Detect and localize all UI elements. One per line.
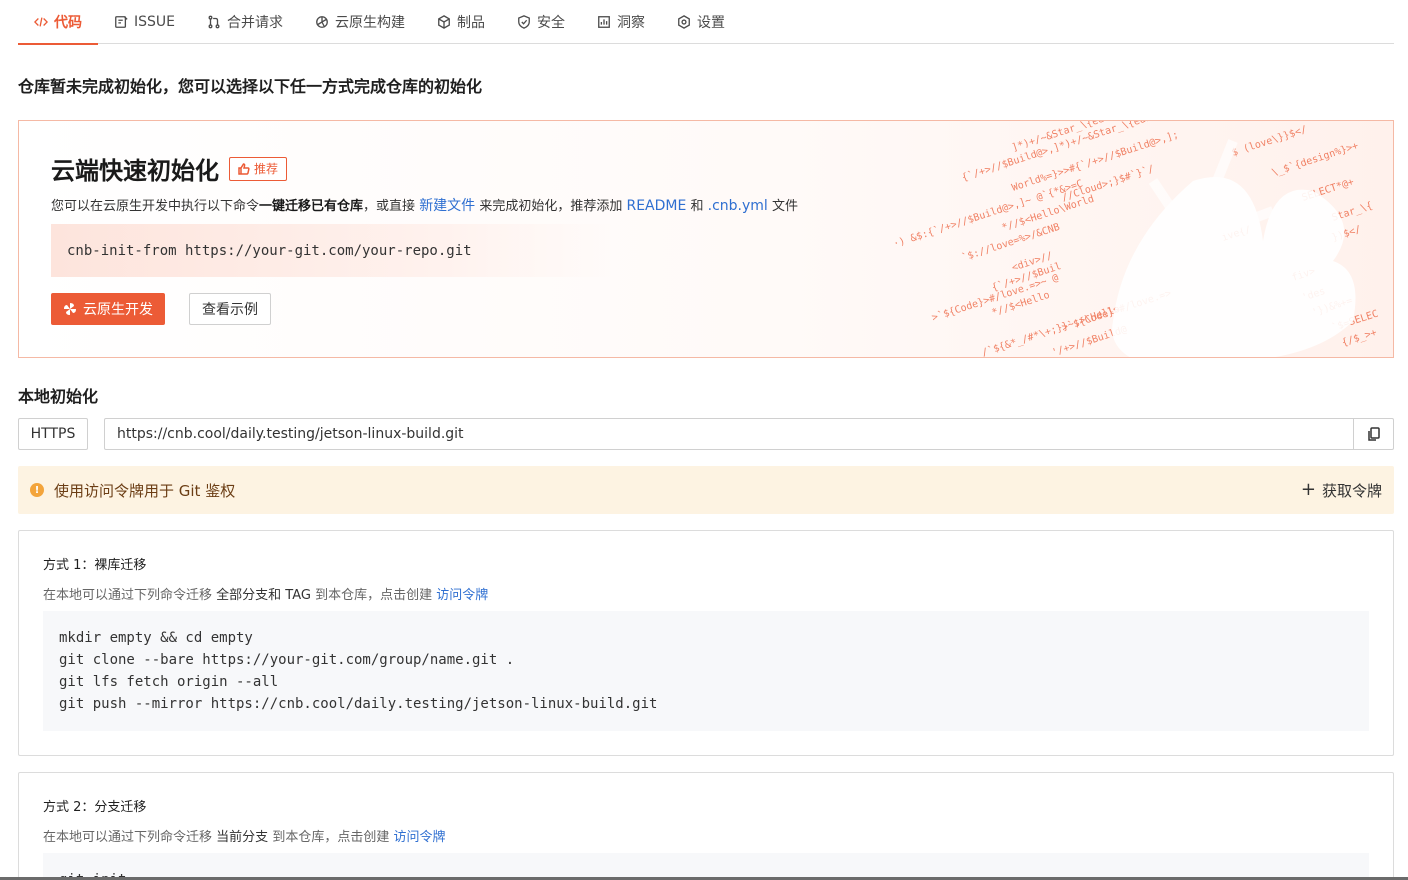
tab-label: 合并请求 [227,14,283,31]
access-token-link[interactable]: 访问令牌 [436,588,488,603]
tab-label: 安全 [537,14,565,31]
desc-text: 在本地可以通过下列命令迁移 [43,588,213,603]
build-icon [316,15,328,28]
tab-label: 制品 [457,14,485,31]
get-token-label: 获取令牌 [1321,481,1382,500]
tab-build[interactable]: 云原生构建 [299,0,421,44]
repo-tabs: 代码 ISSUE 合并请求 云原生构建 制品 安全 洞察 设置 [18,0,1394,45]
init-command: cnb-init-from https://your-git.com/your-… [51,224,611,277]
issue-icon [115,15,128,28]
tab-label: 代码 [54,14,82,31]
merge-request-icon [208,15,220,28]
cloud-title: 云端快速初始化 [51,157,219,185]
desc-bold-text: 一键迁移已有仓库 [259,199,364,214]
desc-text: 和 [690,199,704,214]
code-snippet-decoration: $ (love\}}$</ [1231,124,1309,159]
cloud-dev-button[interactable]: 云原生开发 [51,293,165,325]
code-pattern-illustration: ]*)+/~&Star_\{edit/{`/+>//$Build@>,]*)+/… [893,121,1380,357]
desc-text: 文件 [771,199,798,214]
desc-text: 到本仓库，点击创建 [315,588,433,603]
local-init-title: 本地初始化 [18,387,99,406]
code-snippet-decoration: \_$`{design%}>+ [1270,140,1360,179]
method-card-bare-migration: 方式 1：裸库迁移 在本地可以通过下列命令迁移 全部分支和 TAG 到本仓库，点… [18,530,1394,756]
desc-text: 您可以在云原生开发中执行以下命令 [51,199,260,214]
gear-icon [678,14,690,29]
cloud-init-card: ]*)+/~&Star_\{edit/{`/+>//$Build@>,]*)+/… [18,120,1394,358]
plus-icon: + [1300,479,1316,500]
tab-insight[interactable]: 洞察 [581,0,661,44]
new-file-link[interactable]: 新建文件 [419,198,475,214]
code-snippet-decoration: {/$_>+ [1341,327,1379,349]
token-alert: ! 使用访问令牌用于 Git 鉴权 + 获取令牌 [18,466,1394,514]
desc-bold-text: 当前分支 [216,830,269,845]
desc-text: 在本地可以通过下列命令迁移 [43,830,213,845]
code-line: git clone --bare https://your-git.com/gr… [59,652,515,668]
cnb-yml-link[interactable]: .cnb.yml [708,198,768,214]
cloud-heading: 云端快速初始化 推荐 [51,151,288,186]
tab-merge-request[interactable]: 合并请求 [191,0,299,44]
clone-url-field [104,418,1394,450]
chart-icon [598,15,610,28]
code-line: mkdir empty && cd empty [59,630,253,646]
cloud-description: 您可以在云原生开发中执行以下命令一键迁移已有仓库，或直接 新建文件 来完成初始化… [51,195,798,215]
clone-url-input[interactable] [105,419,1353,449]
info-icon: ! [30,483,44,497]
tab-label: 设置 [697,14,725,31]
desc-bold-text: 全部分支和 TAG [216,588,311,603]
get-token-button[interactable]: + 获取令牌 [1301,480,1382,501]
tab-label: 洞察 [617,14,645,31]
view-example-button[interactable]: 查看示例 [189,293,271,325]
method-title: 方式 2：分支迁移 [43,800,147,815]
init-notice-title: 仓库暂未完成初始化，您可以选择以下任一方式完成仓库的初始化 [18,77,483,96]
code-line: git push --mirror https://cnb.cool/daily… [59,696,658,712]
code-icon [34,16,48,27]
desc-text: 来完成初始化，推荐添加 [479,199,623,214]
shield-icon [518,14,530,29]
recommend-label: 推荐 [254,162,279,176]
tab-issue[interactable]: ISSUE [98,0,191,44]
readme-link[interactable]: README [626,198,686,214]
method-description: 在本地可以通过下列命令迁移 当前分支 到本仓库，点击创建 访问令牌 [43,826,445,845]
method-title: 方式 1：裸库迁移 [43,558,147,573]
desc-text: 到本仓库，点击创建 [272,830,390,845]
copy-url-button[interactable] [1353,419,1393,449]
code-block: mkdir empty && cd empty git clone --bare … [43,611,1369,731]
code-line: git lfs fetch origin --all [59,674,279,690]
cloud-dev-label: 云原生开发 [83,301,153,317]
protocol-select[interactable]: HTTPS [18,418,88,450]
tab-code[interactable]: 代码 [18,0,98,45]
copy-icon [1367,427,1380,441]
alert-text: 使用访问令牌用于 Git 鉴权 [54,481,236,500]
tab-label: ISSUE [134,13,175,30]
pinwheel-icon [64,303,76,315]
tab-package[interactable]: 制品 [421,0,501,44]
tab-label: 云原生构建 [335,14,405,31]
method-card-branch-migration: 方式 2：分支迁移 在本地可以通过下列命令迁移 当前分支 到本仓库，点击创建 访… [18,772,1394,880]
access-token-link[interactable]: 访问令牌 [393,830,445,845]
package-icon [438,14,450,29]
code-block: git init [43,853,1369,880]
thumbs-up-icon [238,162,250,175]
desc-text: ，或直接 [363,199,416,214]
method-description: 在本地可以通过下列命令迁移 全部分支和 TAG 到本仓库，点击创建 访问令牌 [43,584,488,603]
tab-settings[interactable]: 设置 [661,0,741,44]
tab-security[interactable]: 安全 [501,0,581,44]
recommend-badge: 推荐 [229,156,288,181]
